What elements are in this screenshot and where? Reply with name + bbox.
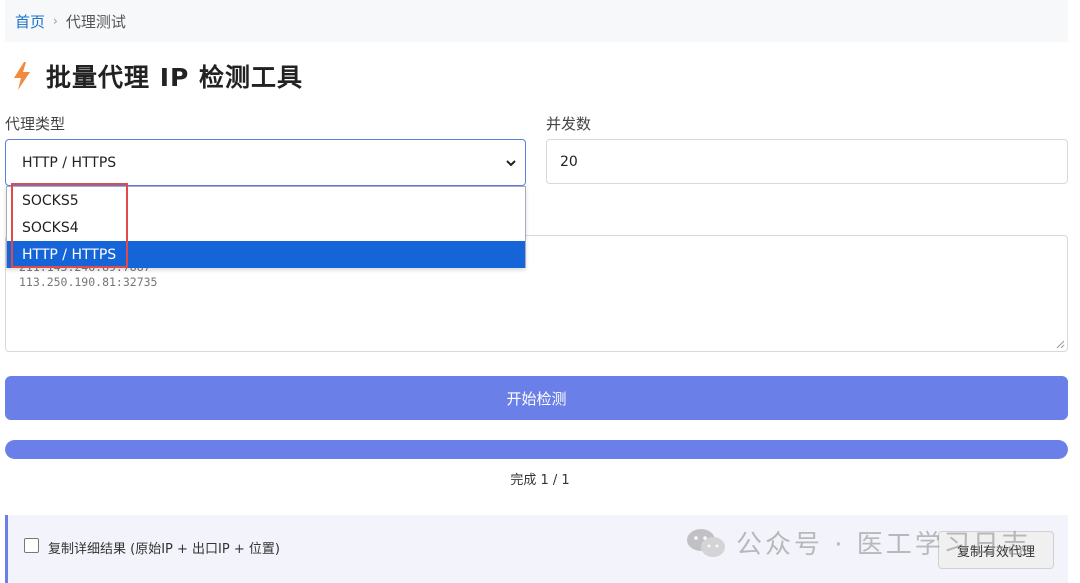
progress-bar [5, 440, 1068, 459]
proxy-type-label: 代理类型 [5, 115, 66, 133]
copy-details-checkbox[interactable] [24, 538, 39, 553]
watermark: 公众号 · 医工学习日志 [686, 524, 1031, 561]
chevron-down-icon [506, 159, 516, 166]
breadcrumb-current: 代理测试 [65, 12, 126, 31]
progress-status: 完成 1 / 1 [510, 473, 570, 488]
concurrency-label: 并发数 [546, 115, 592, 133]
breadcrumb: 首页 › 代理测试 [5, 0, 1068, 42]
progress-fill [5, 440, 1068, 459]
resize-grip-icon[interactable] [1055, 339, 1065, 349]
proxy-type-selected-value: HTTP / HTTPS [22, 154, 117, 171]
copy-details-label: 复制详细结果 (原始IP + 出口IP + 位置) [48, 542, 280, 557]
concurrency-value: 20 [560, 153, 578, 170]
page-title: 批量代理 IP 检测工具 [46, 63, 304, 92]
breadcrumb-home-link[interactable]: 首页 [15, 11, 45, 32]
wechat-icon [687, 528, 725, 557]
concurrency-input[interactable]: 20 [546, 139, 1068, 184]
breadcrumb-separator: › [53, 14, 58, 28]
annotation-highlight-box [11, 183, 128, 268]
watermark-text: 公众号 · 医工学习日志 [736, 530, 1031, 560]
lightning-bolt-icon [14, 62, 30, 90]
start-check-button[interactable]: 开始检测 [5, 376, 1068, 420]
proxy-type-select[interactable]: HTTP / HTTPS [5, 139, 526, 186]
proxy-list-line: 113.250.190.81:32735 [19, 275, 158, 289]
title-row: 批量代理 IP 检测工具 [12, 58, 303, 94]
